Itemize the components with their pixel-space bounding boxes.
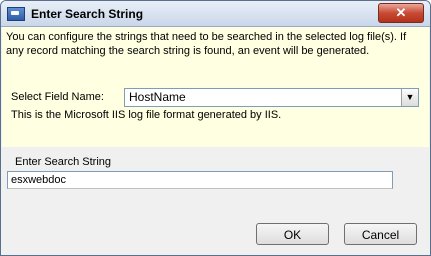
title-bar[interactable]: Enter Search String ✕	[1, 1, 430, 27]
search-string-input[interactable]	[7, 171, 393, 189]
cancel-button[interactable]: Cancel	[344, 223, 417, 245]
ok-button[interactable]: OK	[256, 223, 329, 245]
close-icon: ✕	[395, 5, 407, 20]
chevron-down-icon[interactable]: ▼	[401, 89, 418, 106]
info-text: You can configure the strings that need …	[6, 31, 407, 57]
window-title: Enter Search String	[31, 7, 144, 21]
field-name-select[interactable]: HostName ▼	[124, 88, 419, 107]
info-panel: You can configure the strings that need …	[2, 27, 429, 147]
field-name-label: Select Field Name:	[11, 91, 104, 103]
close-button[interactable]: ✕	[378, 3, 424, 23]
field-description: This is the Microsoft IIS log file forma…	[11, 109, 282, 121]
search-string-label: Enter Search String	[15, 156, 111, 168]
field-name-value: HostName	[129, 90, 186, 104]
dialog-window: Enter Search String ✕ You can configure …	[0, 0, 431, 256]
window-icon	[7, 7, 25, 21]
